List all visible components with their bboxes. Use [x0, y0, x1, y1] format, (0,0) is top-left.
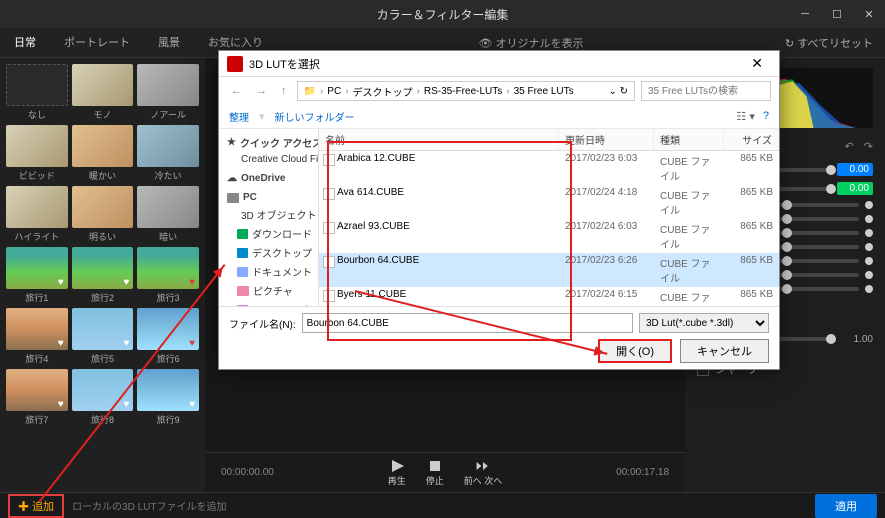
dialog-close-button[interactable]: ✕ — [743, 55, 771, 72]
reset-all[interactable]: ↻ すべてリセット — [785, 35, 873, 51]
preset-item[interactable]: 旅行1♥ — [6, 247, 68, 304]
nav-up[interactable]: ↑ — [277, 85, 291, 97]
preset-item[interactable]: ビビッド — [6, 125, 68, 182]
file-row[interactable]: Arabica 12.CUBE2017/02/23 6:03CUBE ファイル8… — [319, 151, 779, 185]
file-row[interactable]: Byers 11.CUBE2017/02/24 6:15CUBE ファイル865… — [319, 287, 779, 306]
minimize-button[interactable]: ─ — [789, 0, 821, 28]
nav-fwd[interactable]: → — [252, 85, 271, 97]
tab-landscape[interactable]: 風景 — [144, 26, 194, 60]
newfolder-button[interactable]: 新しいフォルダー — [275, 109, 355, 124]
preset-item[interactable]: 旅行9♥ — [137, 369, 199, 426]
redo-icon[interactable]: ↷ — [864, 140, 873, 153]
play-button[interactable]: 再生 — [388, 458, 406, 487]
add-lut-desc: ローカルの3D LUTファイルを追加 — [72, 498, 226, 513]
column-headers[interactable]: 名前 更新日時 種類 サイズ — [319, 129, 779, 151]
folder-tree[interactable]: ★ クイック アクセス Creative Cloud Fil... ☁ OneD… — [219, 129, 319, 306]
cancel-button[interactable]: キャンセル — [680, 339, 769, 363]
time-current: 00:00:00.00 — [221, 467, 274, 478]
time-total: 00:00:17.18 — [616, 467, 669, 478]
preset-item[interactable]: 暖かい — [72, 125, 134, 182]
window-title: カラー＆フィルター編集 — [377, 6, 509, 23]
preset-item[interactable]: 旅行4♥ — [6, 308, 68, 365]
preset-item[interactable]: 旅行7♥ — [6, 369, 68, 426]
preset-item[interactable]: 暗い — [137, 186, 199, 243]
nav-back[interactable]: ← — [227, 85, 246, 97]
footer: ✚ 追加 ローカルの3D LUTファイルを追加 適用 — [0, 492, 885, 518]
tab-portrait[interactable]: ポートレート — [50, 26, 144, 60]
file-row[interactable]: Bourbon 64.CUBE2017/02/23 6:26CUBE ファイル8… — [319, 253, 779, 287]
apply-button[interactable]: 適用 — [815, 494, 877, 518]
app-icon — [227, 56, 243, 72]
preset-item[interactable]: 旅行2♥ — [72, 247, 134, 304]
preset-item[interactable]: 旅行3♥ — [137, 247, 199, 304]
titlebar: カラー＆フィルター編集 ─ ☐ ✕ — [0, 0, 885, 28]
file-dialog: 3D LUTを選択 ✕ ← → ↑ 📁› PC› デスクトップ› RS-35-F… — [218, 50, 780, 370]
filename-label: ファイル名(N): — [229, 316, 296, 331]
show-original[interactable]: 👁 オリジナルを表示 — [277, 35, 785, 51]
undo-icon[interactable]: ↶ — [845, 140, 854, 153]
preset-item[interactable]: ハイライト — [6, 186, 68, 243]
help-icon[interactable]: ? — [763, 110, 769, 123]
file-row[interactable]: Azrael 93.CUBE2017/02/24 6:03CUBE ファイル86… — [319, 219, 779, 253]
preset-panel: なしモノノアールビビッド暖かい冷たいハイライト明るい暗い旅行1♥旅行2♥旅行3♥… — [0, 58, 205, 492]
preset-item[interactable]: モノ — [72, 64, 134, 121]
close-button[interactable]: ✕ — [853, 0, 885, 28]
preset-item[interactable]: 旅行5♥ — [72, 308, 134, 365]
filetype-select[interactable]: 3D Lut(*.cube *.3dl) — [639, 313, 769, 333]
preset-item[interactable]: 明るい — [72, 186, 134, 243]
prev-next[interactable]: 前へ 次へ — [464, 458, 503, 487]
file-row[interactable]: Ava 614.CUBE2017/02/24 4:18CUBE ファイル865 … — [319, 185, 779, 219]
add-lut-button[interactable]: ✚ 追加 — [8, 494, 64, 518]
preset-item[interactable]: ノアール — [137, 64, 199, 121]
maximize-button[interactable]: ☐ — [821, 0, 853, 28]
organize-button[interactable]: 整理 — [229, 109, 249, 124]
search-input[interactable] — [641, 81, 771, 101]
view-icon[interactable]: ☷ ▾ — [736, 110, 754, 123]
timeline: 00:00:00.00 再生 停止 前へ 次へ 00:00:17.18 — [205, 452, 685, 492]
preset-item[interactable]: 冷たい — [137, 125, 199, 182]
breadcrumb[interactable]: 📁› PC› デスクトップ› RS-35-Free-LUTs› 35 Free … — [297, 81, 636, 101]
dialog-title: 3D LUTを選択 — [249, 56, 320, 72]
tab-daily[interactable]: 日常 — [0, 26, 50, 60]
preset-item[interactable]: なし — [6, 64, 68, 121]
stop-button[interactable]: 停止 — [426, 458, 444, 487]
filename-input[interactable] — [302, 313, 633, 333]
